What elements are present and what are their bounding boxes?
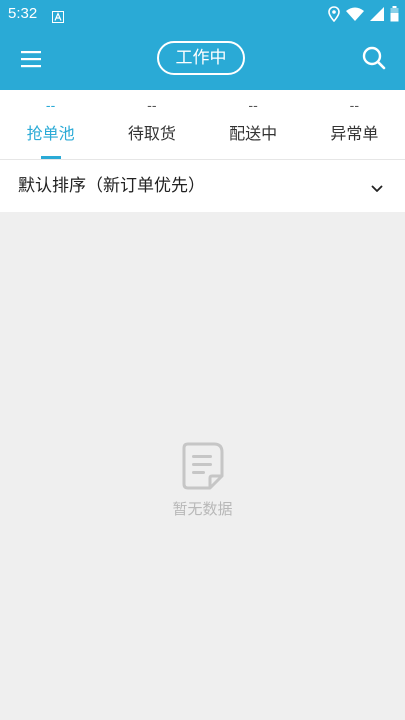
tab-delivering[interactable]: -- 配送中 <box>203 90 304 159</box>
tab-label: 异常单 <box>330 124 379 143</box>
tab-exception[interactable]: -- 异常单 <box>304 90 405 159</box>
status-icons <box>328 6 399 22</box>
active-tab-indicator <box>41 156 61 159</box>
location-icon <box>328 6 340 22</box>
empty-state: 暂无数据 <box>0 212 405 720</box>
sort-label: 默认排序（新订单优先） <box>18 176 205 196</box>
menu-button[interactable] <box>18 47 46 71</box>
app-screen: 5:32 工作中 -- 抢单池 -- 待取货 -- 配送中 -- 异常单 默认排… <box>0 0 405 720</box>
tab-count: -- <box>349 99 360 114</box>
app-bar: 工作中 <box>0 28 405 90</box>
search-icon <box>361 46 387 75</box>
sort-dropdown[interactable]: 默认排序（新订单优先） <box>0 160 405 212</box>
document-icon <box>182 442 224 490</box>
battery-icon <box>390 6 399 22</box>
a-letter-icon <box>52 8 64 23</box>
tab-grab-pool[interactable]: -- 抢单池 <box>0 90 101 159</box>
wifi-icon <box>346 7 364 21</box>
tab-to-pickup[interactable]: -- 待取货 <box>101 90 202 159</box>
status-time: 5:32 <box>8 5 38 22</box>
tab-count: -- <box>147 99 157 114</box>
tab-label: 抢单池 <box>26 124 75 143</box>
tab-count: -- <box>45 99 56 114</box>
chevron-down-icon <box>371 180 383 192</box>
tab-label: 配送中 <box>229 124 278 143</box>
empty-state-text: 暂无数据 <box>172 500 233 518</box>
signal-icon <box>370 7 384 21</box>
order-tabs: -- 抢单池 -- 待取货 -- 配送中 -- 异常单 <box>0 90 405 160</box>
search-button[interactable] <box>361 45 387 71</box>
tab-count: -- <box>248 99 258 114</box>
status-bar: 5:32 <box>0 0 405 28</box>
tab-label: 待取货 <box>127 124 176 143</box>
work-status-button[interactable]: 工作中 <box>157 41 245 75</box>
menu-icon <box>18 51 46 75</box>
